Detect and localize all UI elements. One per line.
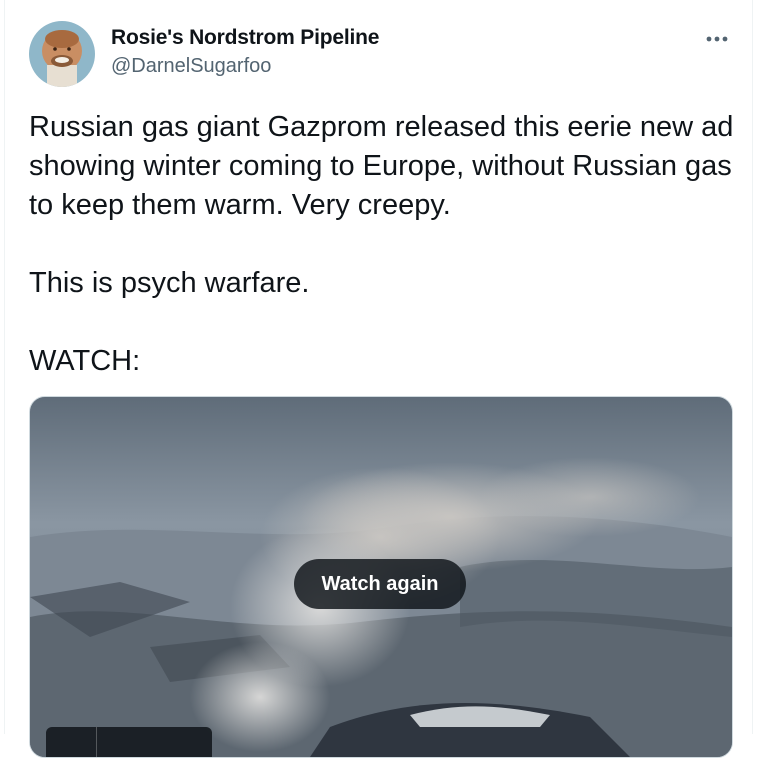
avatar[interactable]	[29, 21, 95, 87]
tweet-paragraph: WATCH:	[29, 345, 141, 377]
tweet-text: Russian gas giant Gazprom released this …	[29, 108, 741, 381]
watch-again-button[interactable]: Watch again	[294, 559, 466, 609]
more-horizontal-icon	[706, 36, 728, 42]
play-control[interactable]	[46, 727, 97, 757]
author-handle[interactable]: @DarnelSugarfoo	[111, 55, 271, 78]
more-options-button[interactable]	[699, 24, 735, 54]
tweet-paragraph: Russian gas giant Gazprom released this …	[29, 111, 734, 221]
author-display-name[interactable]: Rosie's Nordstrom Pipeline	[111, 26, 379, 50]
video-player[interactable]: Watch again	[29, 396, 733, 758]
tweet-card[interactable]: Rosie's Nordstrom Pipeline @DarnelSugarf…	[4, 0, 753, 758]
video-controls-bar[interactable]	[46, 727, 212, 757]
tweet-paragraph: This is psych warfare.	[29, 267, 310, 299]
